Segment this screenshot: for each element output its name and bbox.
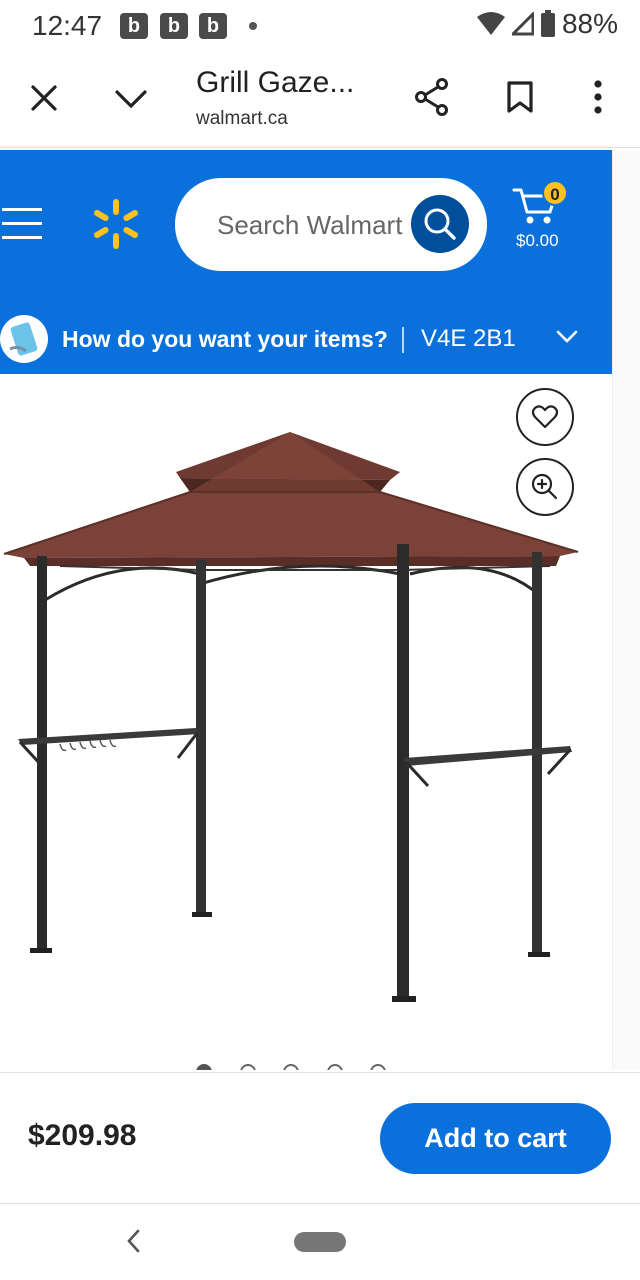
share-icon[interactable] <box>414 78 450 116</box>
product-image-carousel[interactable] <box>0 374 612 1070</box>
search-icon <box>424 208 456 240</box>
chevron-down-icon[interactable] <box>114 88 148 110</box>
carousel-indicator <box>196 1064 396 1070</box>
close-icon[interactable] <box>30 84 58 112</box>
menu-icon[interactable] <box>2 208 42 240</box>
buy-bar: $209.98 Add to cart <box>0 1072 640 1202</box>
chevron-down-icon <box>556 330 578 343</box>
signal-icon <box>511 12 534 36</box>
walmart-spark-logo[interactable] <box>90 198 142 250</box>
zoom-button[interactable] <box>516 458 574 516</box>
cart-total: $0.00 <box>516 231 559 250</box>
search-button[interactable] <box>411 195 469 253</box>
product-price: $209.98 <box>28 1119 137 1152</box>
postal-code: V4E 2B1 <box>421 325 516 352</box>
browser-toolbar: Grill Gaze... walmart.ca <box>0 52 640 148</box>
site-header: Search Walmart 0 $0.00 How do you want y… <box>0 150 612 374</box>
zoom-in-icon <box>531 473 558 500</box>
carousel-dot[interactable] <box>370 1064 386 1070</box>
back-icon[interactable] <box>124 1226 142 1256</box>
battery-icon <box>540 10 555 37</box>
notification-icon: b <box>160 13 188 39</box>
add-to-cart-button[interactable]: Add to cart <box>380 1103 611 1174</box>
more-vert-icon[interactable] <box>592 80 604 114</box>
cart-count-badge: 0 <box>542 180 568 206</box>
fulfillment-selector[interactable]: How do you want your items? V4E 2B1 <box>0 312 612 374</box>
status-time: 12:47 <box>32 10 103 41</box>
carousel-dot[interactable] <box>283 1064 299 1070</box>
scrollbar <box>612 150 640 1070</box>
heart-icon <box>531 405 559 429</box>
battery-percent: 88% <box>561 8 618 39</box>
status-bar: 12:47 b b b 88% <box>0 0 640 52</box>
notification-icon: b <box>120 13 148 39</box>
page-title: Grill Gaze... <box>196 66 355 99</box>
system-nav-bar <box>0 1203 640 1280</box>
bookmark-icon[interactable] <box>506 80 534 114</box>
carousel-dot[interactable] <box>196 1064 212 1070</box>
page-url[interactable]: walmart.ca <box>196 108 288 130</box>
favorite-button[interactable] <box>516 388 574 446</box>
more-notifications-dot <box>249 22 257 30</box>
wifi-icon <box>476 12 505 35</box>
search-placeholder: Search Walmart <box>217 210 403 240</box>
home-handle[interactable] <box>294 1232 346 1252</box>
fulfillment-question: How do you want your items? <box>62 326 388 352</box>
divider <box>402 327 404 353</box>
carousel-dot[interactable] <box>240 1064 256 1070</box>
search-input[interactable]: Search Walmart <box>175 178 487 271</box>
delivery-phone-icon <box>0 315 48 363</box>
carousel-dot[interactable] <box>327 1064 343 1070</box>
notification-icon: b <box>199 13 227 39</box>
